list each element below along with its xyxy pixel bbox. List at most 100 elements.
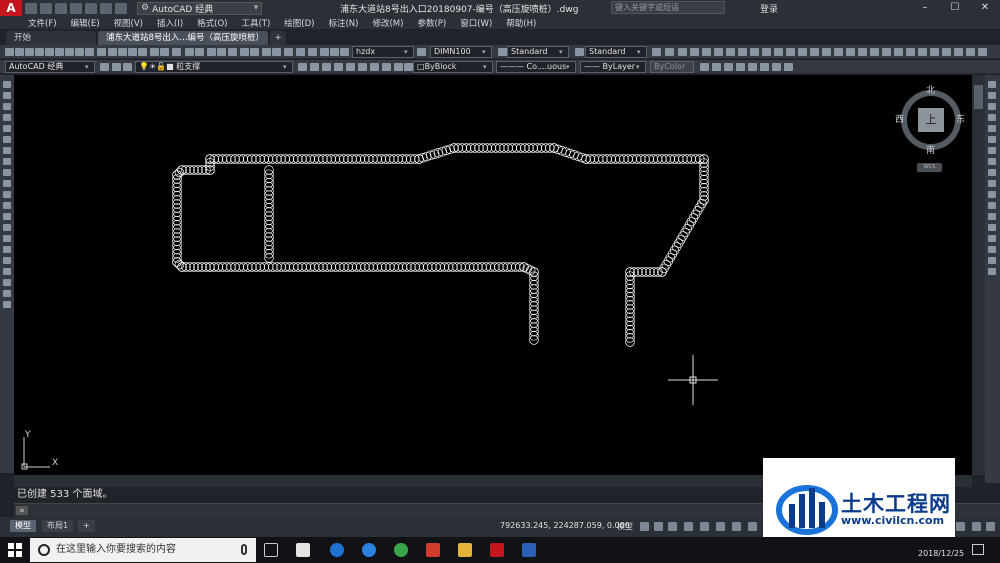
draw-tool-icon[interactable] [3, 246, 11, 253]
toolbar-tool-icon[interactable] [160, 48, 169, 56]
redo-icon[interactable] [115, 2, 127, 14]
menu-window[interactable]: 窗口(W) [460, 17, 492, 29]
draw-tool-icon[interactable] [3, 158, 11, 165]
ie-icon[interactable] [362, 543, 376, 557]
modify-tool-icon[interactable] [988, 81, 996, 88]
toolbar-tool-icon[interactable] [652, 48, 661, 56]
toolbar-tool-icon[interactable] [25, 48, 34, 56]
status-toggle-icon[interactable] [716, 522, 725, 531]
minimize-button[interactable]: – [910, 0, 940, 16]
dim-style-select[interactable]: DIMN100 ▾ [430, 46, 492, 58]
file-explorer-icon[interactable] [458, 543, 472, 557]
toolbar-tool-icon[interactable] [714, 48, 723, 56]
menu-edit[interactable]: 编辑(E) [71, 17, 100, 29]
menu-format[interactable]: 格式(O) [197, 17, 227, 29]
toolbar-tool-icon[interactable] [942, 48, 951, 56]
status-toggle-icon[interactable] [684, 522, 693, 531]
modify-tool-icon[interactable] [988, 268, 996, 275]
pile-circle[interactable] [185, 165, 195, 175]
draw-tool-icon[interactable] [3, 191, 11, 198]
modify-tool-icon[interactable] [988, 158, 996, 165]
toolbar-tool-icon[interactable] [45, 48, 54, 56]
toolbar-tool-icon[interactable] [726, 48, 735, 56]
toolbar-tool-icon[interactable] [748, 63, 757, 71]
close-button[interactable]: ✕ [970, 0, 1000, 16]
toolbar-tool-icon[interactable] [822, 48, 831, 56]
toolbar-tool-icon[interactable] [150, 48, 159, 56]
toolbar-tool-icon[interactable] [100, 63, 109, 71]
draw-tool-icon[interactable] [3, 301, 11, 308]
toolbar-tool-icon[interactable] [195, 48, 204, 56]
toolbar-tool-icon[interactable] [954, 48, 963, 56]
toolbar-tool-icon[interactable] [75, 48, 84, 56]
menu-tools[interactable]: 工具(T) [241, 17, 270, 29]
pile-circle[interactable] [193, 165, 203, 175]
toolbar-tool-icon[interactable] [55, 48, 64, 56]
toolbar-tool-icon[interactable] [118, 48, 127, 56]
pile-circle[interactable] [645, 267, 655, 277]
toolbar-tool-icon[interactable] [334, 63, 343, 71]
toolbar-tool-icon[interactable] [978, 48, 987, 56]
toolbar-tool-icon[interactable] [575, 48, 584, 56]
toolbar-tool-icon[interactable] [774, 48, 783, 56]
status-toggle-icon[interactable] [972, 522, 981, 531]
draw-tool-icon[interactable] [3, 180, 11, 187]
modify-tool-icon[interactable] [988, 136, 996, 143]
draw-tool-icon[interactable] [3, 224, 11, 231]
toolbar-tool-icon[interactable] [798, 48, 807, 56]
toolbar-tool-icon[interactable] [35, 48, 44, 56]
toolbar-tool-icon[interactable] [262, 48, 271, 56]
toolbar-tool-icon[interactable] [894, 48, 903, 56]
vertical-scrollbar[interactable] [972, 75, 985, 475]
toolbar-tool-icon[interactable] [394, 63, 403, 71]
pile-circle[interactable] [185, 262, 195, 272]
toolbar-tool-icon[interactable] [786, 48, 795, 56]
save-as-icon[interactable] [70, 2, 82, 14]
pile-circle[interactable] [177, 165, 187, 175]
menu-file[interactable]: 文件(F) [28, 17, 57, 29]
table-style-select[interactable]: Standard ▾ [507, 46, 569, 58]
modify-tool-icon[interactable] [988, 224, 996, 231]
modify-tool-icon[interactable] [988, 191, 996, 198]
toolbar-tool-icon[interactable] [340, 48, 349, 56]
modify-tool-icon[interactable] [988, 213, 996, 220]
new-file-icon[interactable] [25, 2, 37, 14]
modify-tool-icon[interactable] [988, 180, 996, 187]
toolbar-tool-icon[interactable] [310, 63, 319, 71]
toolbar-tool-icon[interactable] [217, 48, 226, 56]
toolbar-tool-icon[interactable] [207, 48, 216, 56]
store-icon[interactable] [296, 543, 310, 557]
workspace-selector[interactable]: ⚙ AutoCAD 经典 ▾ [137, 1, 262, 15]
toolbar-tool-icon[interactable] [498, 48, 507, 56]
linetype-select[interactable]: ——— Co....uous ▾ [496, 61, 576, 73]
toolbar-tool-icon[interactable] [138, 48, 147, 56]
toolbar-tool-icon[interactable] [330, 48, 339, 56]
status-toggle-icon[interactable] [986, 522, 995, 531]
modify-tool-icon[interactable] [988, 125, 996, 132]
toolbar-tool-icon[interactable] [123, 63, 132, 71]
wcs-menu-button[interactable]: WCS [917, 163, 942, 172]
toolbar-tool-icon[interactable] [404, 63, 413, 71]
toolbar-tool-icon[interactable] [15, 48, 24, 56]
lineweight-select[interactable]: —— ByLayer ▾ [580, 61, 646, 73]
toolbar-tool-icon[interactable] [966, 48, 975, 56]
modify-tool-icon[interactable] [988, 114, 996, 121]
toolbar-tool-icon[interactable] [185, 48, 194, 56]
toolbar-tool-icon[interactable] [772, 63, 781, 71]
toolbar-tool-icon[interactable] [5, 48, 14, 56]
draw-tool-icon[interactable] [3, 114, 11, 121]
toolbar-tool-icon[interactable] [370, 63, 379, 71]
toolbar-tool-icon[interactable] [322, 63, 331, 71]
workspace-select[interactable]: AutoCAD 经典 ▾ [5, 61, 95, 73]
toolbar-tool-icon[interactable] [918, 48, 927, 56]
command-input[interactable] [32, 505, 772, 516]
pile-circle[interactable] [637, 267, 647, 277]
menu-dimension[interactable]: 标注(N) [328, 17, 358, 29]
toolbar-tool-icon[interactable] [834, 48, 843, 56]
add-layout-button[interactable]: + [78, 520, 95, 532]
toolbar-tool-icon[interactable] [882, 48, 891, 56]
text-style-select[interactable]: hzdx ▾ [352, 46, 414, 58]
pdf-icon[interactable] [426, 543, 440, 557]
toolbar-tool-icon[interactable] [128, 48, 137, 56]
toolbar-tool-icon[interactable] [810, 48, 819, 56]
